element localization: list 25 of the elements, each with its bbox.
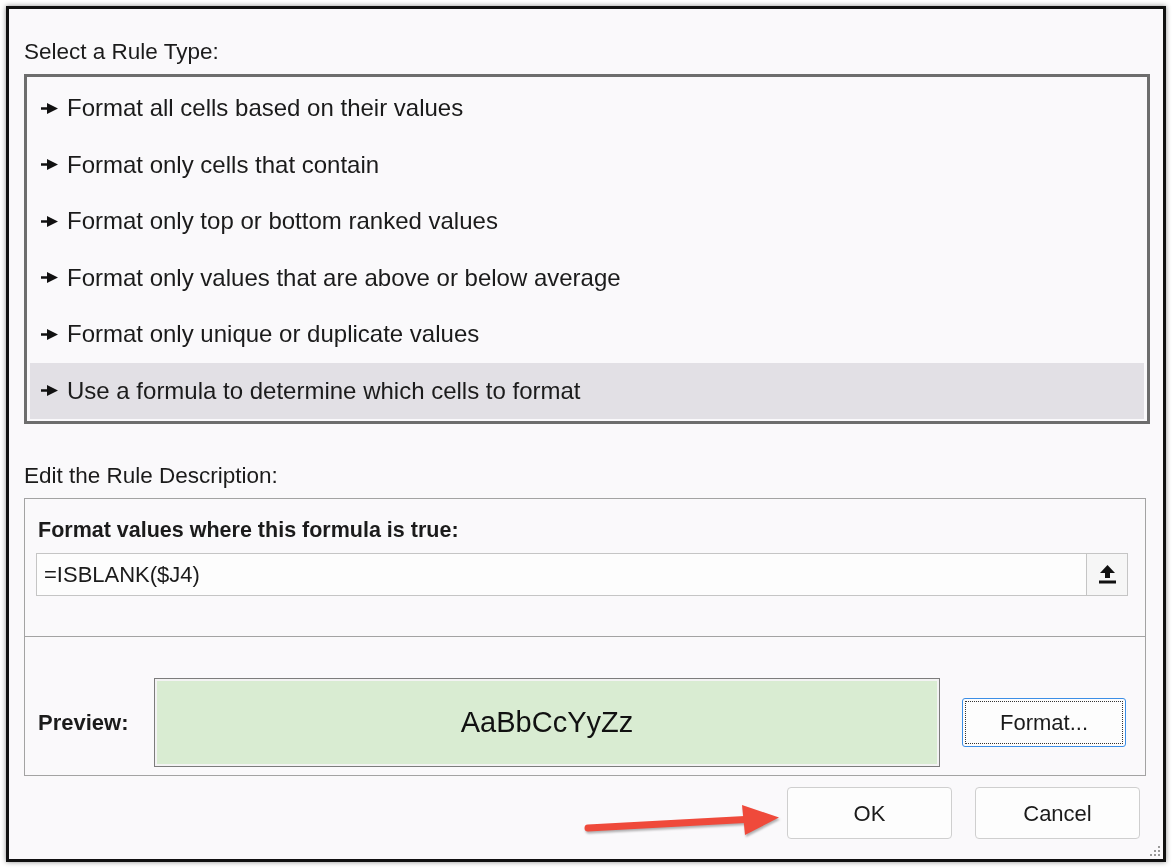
- pointer-arrow-icon: [41, 272, 58, 284]
- collapse-dialog-button[interactable]: [1086, 553, 1128, 596]
- preview-sample: AaBbCcYyZz: [154, 678, 940, 767]
- section-label: Edit the Rule Description:: [24, 463, 278, 489]
- pointer-arrow-icon: [41, 159, 58, 171]
- formula-label: Format values where this formula is true:: [38, 517, 459, 543]
- pointer-arrow-icon: [41, 385, 58, 397]
- upload-icon: [1098, 565, 1116, 584]
- rule-type-item[interactable]: Format only cells that contain: [30, 136, 1144, 193]
- resize-grip-icon: [1150, 846, 1160, 856]
- rule-type-item[interactable]: Use a formula to determine which cells to format: [30, 362, 1144, 419]
- section-label: Select a Rule Type:: [24, 39, 219, 65]
- pointer-arrow-icon: [41, 215, 58, 227]
- pointer-arrow-icon: [41, 102, 58, 114]
- rule-type-item[interactable]: Format only values that are above or below average: [30, 249, 1144, 306]
- preview-label: Preview:: [38, 709, 130, 736]
- rule-type-item[interactable]: Format all cells based on their values: [30, 80, 1144, 137]
- format-button[interactable]: Format...: [962, 698, 1126, 747]
- pointer-arrow-icon: [41, 328, 58, 340]
- arrow-icon: [584, 804, 780, 836]
- dialog-button[interactable]: OK: [787, 787, 952, 839]
- rule-type-item[interactable]: Format only top or bottom ranked values: [30, 193, 1144, 250]
- dialog-button[interactable]: Cancel: [975, 787, 1140, 839]
- formula-field[interactable]: =ISBLANK($J4): [36, 553, 1086, 596]
- rule-type-item[interactable]: Format only unique or duplicate values: [30, 306, 1144, 363]
